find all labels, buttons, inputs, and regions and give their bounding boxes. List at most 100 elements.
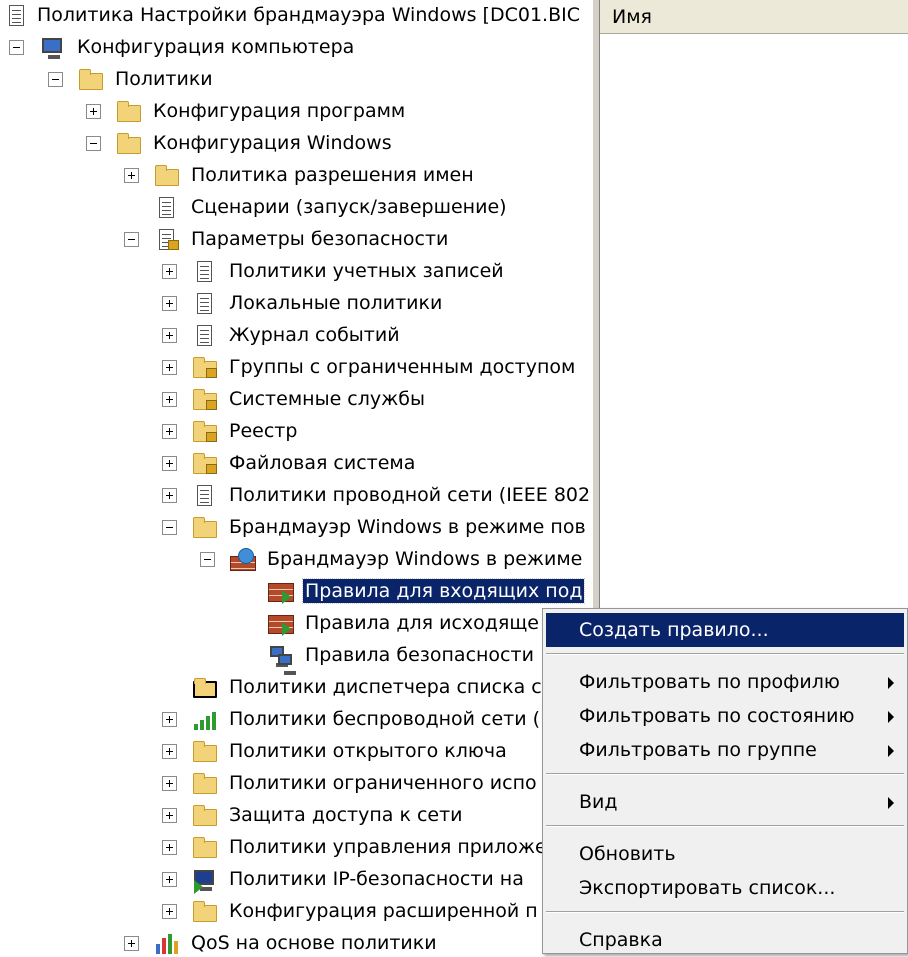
expand-toggle[interactable] xyxy=(162,712,177,727)
tree-item-qos[interactable]: QoS на основе политики xyxy=(0,928,592,954)
expand-toggle[interactable] xyxy=(124,936,139,951)
tree-item-wireless-network[interactable]: Политики беспроводной сети ( xyxy=(0,704,592,736)
expand-toggle[interactable] xyxy=(162,328,177,343)
tree-item-public-key[interactable]: Политики открытого ключа xyxy=(0,736,592,768)
tree-item-inbound-rules[interactable]: Правила для входящих под xyxy=(0,576,592,608)
column-header-name[interactable]: Имя xyxy=(600,0,908,34)
menu-separator xyxy=(546,911,904,913)
gpo-title: Политика Настройки брандмауэра Windows [… xyxy=(37,4,580,26)
tree-item-system-services[interactable]: Системные службы xyxy=(0,384,592,416)
menu-item-label: Обновить xyxy=(579,843,676,865)
folder-icon xyxy=(192,804,218,828)
tree-item-account-policies[interactable]: Политики учетных записей xyxy=(0,256,592,288)
tree-item-computer-config[interactable]: Конфигурация компьютера xyxy=(0,32,592,64)
collapse-toggle[interactable] xyxy=(9,40,24,55)
tree-item-security-settings[interactable]: Параметры безопасности xyxy=(0,224,592,256)
tree-item-firewall-advanced[interactable]: Брандмауэр Windows в режиме пов xyxy=(0,512,592,544)
expand-toggle[interactable] xyxy=(162,424,177,439)
tree-item-label: Правила безопасности xyxy=(305,644,534,666)
event-log-icon xyxy=(192,324,218,348)
context-menu: Создать правило... Фильтровать по профил… xyxy=(542,608,908,954)
computer-icon xyxy=(40,36,66,60)
folder-icon xyxy=(116,100,142,124)
folder-icon xyxy=(78,68,104,92)
menu-item-filter-profile[interactable]: Фильтровать по профилю xyxy=(546,665,904,699)
tree-item-event-log[interactable]: Журнал событий xyxy=(0,320,592,352)
menu-item-label: Фильтровать по состоянию xyxy=(579,705,855,727)
menu-item-create-rule[interactable]: Создать правило... xyxy=(546,613,904,647)
tree-item-label: Политики проводной сети (IEEE 802 xyxy=(229,484,591,506)
collapse-toggle[interactable] xyxy=(86,136,101,151)
tree-item-label: Файловая система xyxy=(229,452,416,474)
tree-item-label: Защита доступа к сети xyxy=(229,804,463,826)
tree-item-registry[interactable]: Реестр xyxy=(0,416,592,448)
tree-item-advanced-audit[interactable]: Конфигурация расширенной п xyxy=(0,896,592,928)
folder-icon xyxy=(192,516,218,540)
tree-item-name-resolution[interactable]: Политика разрешения имен xyxy=(0,160,592,192)
menu-item-filter-group[interactable]: Фильтровать по группе xyxy=(546,733,904,767)
expand-toggle[interactable] xyxy=(162,488,177,503)
tree-item-file-system[interactable]: Файловая система xyxy=(0,448,592,480)
tree-root-gpo[interactable]: Политика Настройки брандмауэра Windows [… xyxy=(0,0,592,32)
tree-item-windows-config[interactable]: Конфигурация Windows xyxy=(0,128,592,160)
tree-item-wired-network[interactable]: Политики проводной сети (IEEE 802 xyxy=(0,480,592,512)
tree-item-label: QoS на основе политики xyxy=(191,932,437,954)
menu-item-filter-state[interactable]: Фильтровать по состоянию xyxy=(546,699,904,733)
tree-item-label: Системные службы xyxy=(229,388,425,410)
expand-toggle[interactable] xyxy=(162,904,177,919)
expand-toggle[interactable] xyxy=(162,456,177,471)
network-list-icon xyxy=(192,676,218,700)
tree-item-label: Политики управления приложе xyxy=(229,836,547,858)
tree-item-nap[interactable]: Защита доступа к сети xyxy=(0,800,592,832)
tree-item-label: Политики открытого ключа xyxy=(229,740,507,762)
menu-item-label: Фильтровать по группе xyxy=(579,739,817,761)
tree-item-policies[interactable]: Политики xyxy=(0,64,592,96)
tree-item-local-policies[interactable]: Локальные политики xyxy=(0,288,592,320)
tree-item-firewall-node[interactable]: Брандмауэр Windows в режиме xyxy=(0,544,592,576)
expand-toggle[interactable] xyxy=(162,776,177,791)
tree-item-security-rules[interactable]: Правила безопасности xyxy=(0,640,592,675)
collapse-toggle[interactable] xyxy=(124,232,139,247)
menu-item-refresh[interactable]: Обновить xyxy=(546,837,904,871)
folder-icon xyxy=(192,836,218,860)
tree-item-label: Правила для исходяще xyxy=(305,612,539,634)
tree-item-label: Локальные политики xyxy=(229,292,443,314)
submenu-arrow-icon xyxy=(888,797,894,809)
expand-toggle[interactable] xyxy=(162,744,177,759)
submenu-arrow-icon xyxy=(888,711,894,723)
console-tree: Политика Настройки брандмауэра Windows [… xyxy=(0,0,592,954)
menu-item-export-list[interactable]: Экспортировать список... xyxy=(546,871,904,905)
tree-item-ipsec[interactable]: Политики IP-безопасности на xyxy=(0,864,592,896)
expand-toggle[interactable] xyxy=(162,392,177,407)
expand-toggle[interactable] xyxy=(162,840,177,855)
expand-toggle[interactable] xyxy=(162,296,177,311)
expand-toggle[interactable] xyxy=(162,264,177,279)
tree-item-label: Параметры безопасности xyxy=(191,228,449,250)
expand-toggle[interactable] xyxy=(162,808,177,823)
tree-item-restricted-groups[interactable]: Группы с ограниченным доступом xyxy=(0,352,592,384)
expand-toggle[interactable] xyxy=(124,168,139,183)
expand-toggle[interactable] xyxy=(162,360,177,375)
menu-item-view[interactable]: Вид xyxy=(546,785,904,819)
collapse-toggle[interactable] xyxy=(200,552,215,567)
tree-item-label: Политики диспетчера списка с xyxy=(229,676,542,698)
menu-item-help[interactable]: Справка xyxy=(546,923,904,957)
expand-toggle[interactable] xyxy=(86,104,101,119)
menu-item-label: Вид xyxy=(579,791,618,813)
tree-item-software-config[interactable]: Конфигурация программ xyxy=(0,96,592,128)
tree-item-label: Сценарии (запуск/завершение) xyxy=(191,196,507,218)
tree-item-restricted-use[interactable]: Политики ограниченного испо xyxy=(0,768,592,800)
tree-item-label: Брандмауэр Windows в режиме пов xyxy=(229,516,586,538)
tree-item-outbound-rules[interactable]: Правила для исходяще xyxy=(0,608,592,640)
tree-item-label: Конфигурация программ xyxy=(153,100,406,122)
tree-item-app-control[interactable]: Политики управления приложе xyxy=(0,832,592,864)
tree-item-network-list[interactable]: Политики диспетчера списка с xyxy=(0,672,592,704)
collapse-toggle[interactable] xyxy=(162,520,177,535)
collapse-toggle[interactable] xyxy=(48,72,63,87)
tree-item-label: Реестр xyxy=(229,420,298,442)
tree-item-label: Политики ограниченного испо xyxy=(229,772,537,794)
wireless-signal-icon xyxy=(192,708,218,732)
expand-toggle[interactable] xyxy=(162,872,177,887)
tree-item-label: Журнал событий xyxy=(229,324,400,346)
tree-item-scripts[interactable]: Сценарии (запуск/завершение) xyxy=(0,192,592,224)
